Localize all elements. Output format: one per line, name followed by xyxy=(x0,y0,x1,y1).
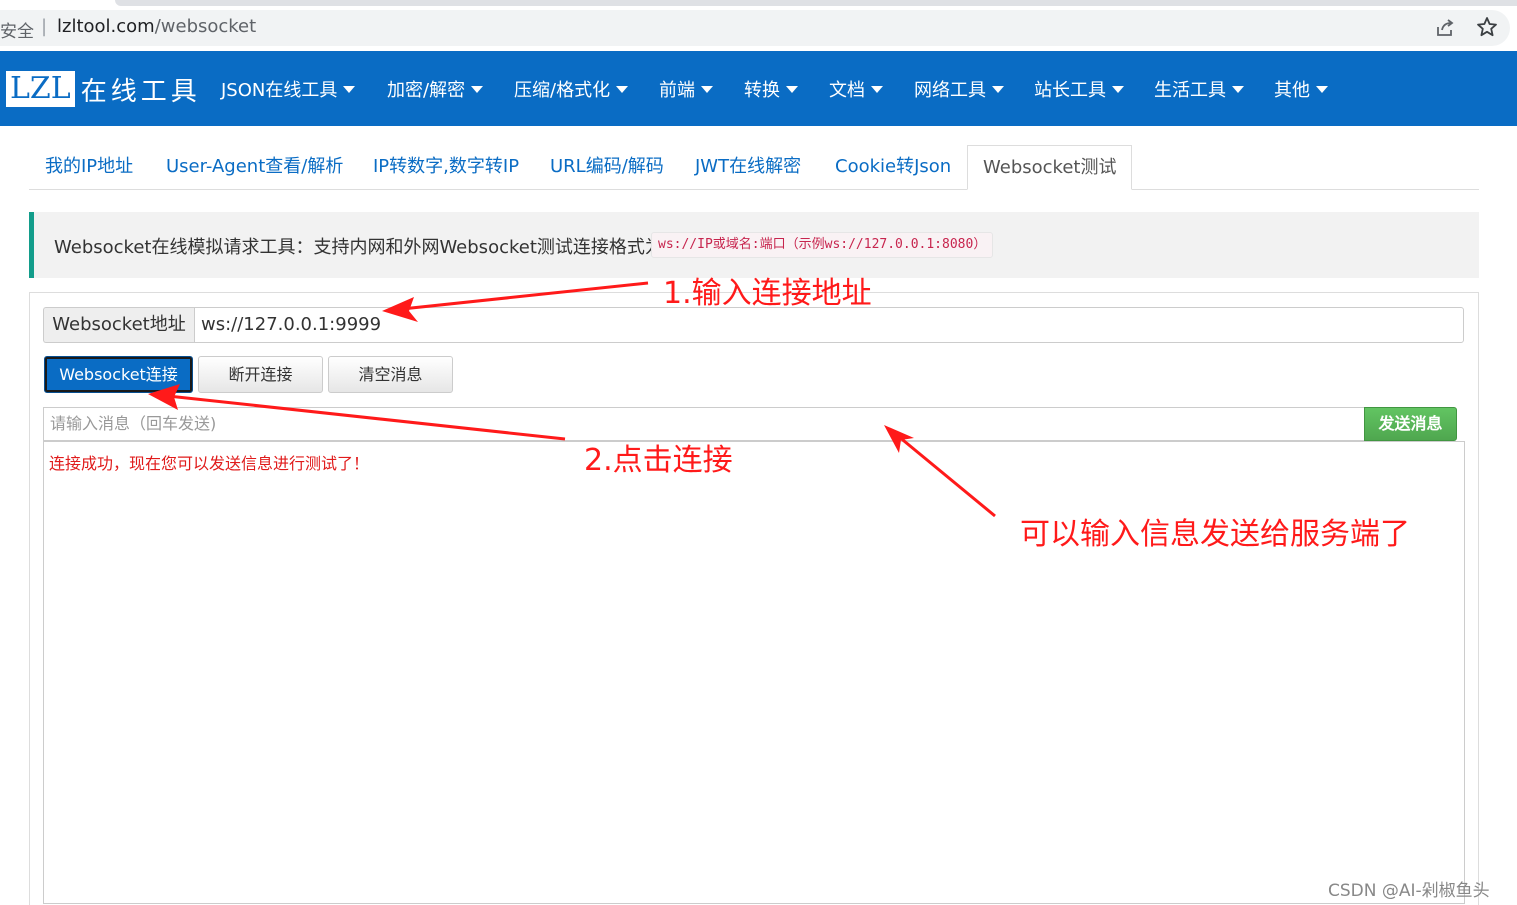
url-host: lzltool.com xyxy=(57,16,155,37)
caret-down-icon xyxy=(871,85,883,93)
annotation-step3: 可以输入信息发送给服务端了 xyxy=(1020,517,1410,552)
tool-tabs: 我的IP地址 User-Agent查看/解析 IP转数字,数字转IP URL编码… xyxy=(29,145,1479,190)
tab-cookie-json[interactable]: Cookie转Json xyxy=(835,145,951,190)
tab-ip-number[interactable]: IP转数字,数字转IP xyxy=(373,145,519,190)
url-path: /websocket xyxy=(154,16,257,37)
nav-label: 站长工具 xyxy=(1034,80,1106,101)
tab-jwt-decode[interactable]: JWT在线解密 xyxy=(695,145,801,190)
nav-frontend[interactable]: 前端 xyxy=(659,76,713,102)
tab-websocket-test[interactable]: Websocket测试 xyxy=(967,145,1133,190)
caret-down-icon xyxy=(1316,85,1328,93)
nav-label: 生活工具 xyxy=(1154,80,1226,101)
disconnect-button[interactable]: 断开连接 xyxy=(198,356,323,393)
nav-webmaster-tools[interactable]: 站长工具 xyxy=(1034,76,1124,102)
nav-convert[interactable]: 转换 xyxy=(744,76,798,102)
nav-docs[interactable]: 文档 xyxy=(829,76,883,102)
connect-button[interactable]: Websocket连接 xyxy=(44,356,193,393)
logo-text: 在线工具 xyxy=(80,76,201,107)
nav-label: JSON在线工具 xyxy=(221,80,338,101)
nav-network-tools[interactable]: 网络工具 xyxy=(914,76,1004,102)
annotation-step1: 1.输入连接地址 xyxy=(663,276,872,311)
websocket-panel: Websocket地址 ws://127.0.0.1:9999 Websocke… xyxy=(29,292,1479,905)
nav-label: 网络工具 xyxy=(914,80,986,101)
caret-down-icon xyxy=(701,85,713,93)
nav-label: 文档 xyxy=(829,80,865,101)
tab-url-encode[interactable]: URL编码/解码 xyxy=(550,145,664,190)
caret-down-icon xyxy=(786,85,798,93)
nav-other[interactable]: 其他 xyxy=(1274,76,1328,102)
nav-label: 压缩/格式化 xyxy=(514,80,611,101)
websocket-address-input[interactable]: ws://127.0.0.1:9999 xyxy=(194,307,1464,343)
address-separator: | xyxy=(41,16,48,37)
nav-label: 其他 xyxy=(1274,80,1310,101)
browser-tab-edge xyxy=(115,0,1517,6)
log-line: 连接成功，现在您可以发送信息进行测试了！ xyxy=(49,454,370,473)
browser-tab-strip xyxy=(0,0,1517,8)
nav-encrypt-decrypt[interactable]: 加密/解密 xyxy=(387,76,484,102)
address-label: Websocket地址 xyxy=(43,307,194,343)
tab-my-ip[interactable]: 我的IP地址 xyxy=(45,145,133,190)
logo-box: LZL xyxy=(6,71,75,107)
bookmark-star-icon[interactable] xyxy=(1476,16,1498,38)
nav-label: 前端 xyxy=(659,80,695,101)
tab-user-agent[interactable]: User-Agent查看/解析 xyxy=(166,145,343,190)
address-bar[interactable]: 安全 | lzltool.com/websocket xyxy=(0,10,1510,46)
nav-json-tools[interactable]: JSON在线工具 xyxy=(221,76,356,102)
clear-messages-button[interactable]: 清空消息 xyxy=(328,356,453,393)
nav-compress-format[interactable]: 压缩/格式化 xyxy=(514,76,629,102)
caret-down-icon xyxy=(616,85,629,93)
site-logo[interactable]: LZL 在线工具 xyxy=(6,69,201,109)
caret-down-icon xyxy=(1232,85,1244,93)
caret-down-icon xyxy=(1112,85,1124,93)
address-url[interactable]: lzltool.com/websocket xyxy=(57,16,256,37)
watermark: CSDN @AI-剁椒鱼头 xyxy=(1328,881,1490,901)
nav-label: 加密/解密 xyxy=(387,80,466,101)
annotation-step2: 2.点击连接 xyxy=(584,443,733,478)
site-navbar: LZL 在线工具 JSON在线工具 加密/解密 压缩/格式化 前端 转换 文档 … xyxy=(0,51,1517,126)
security-label[interactable]: 安全 xyxy=(0,17,34,42)
format-code: ws://IP或域名:端口（示例ws://127.0.0.1:8080） xyxy=(651,232,994,258)
callout-text: Websocket在线模拟请求工具：支持内网和外网Websocket测试连接格式… xyxy=(54,237,663,258)
caret-down-icon xyxy=(471,85,484,93)
caret-down-icon xyxy=(992,85,1004,93)
nav-life-tools[interactable]: 生活工具 xyxy=(1154,76,1244,102)
caret-down-icon xyxy=(343,85,356,93)
send-message-button[interactable]: 发送消息 xyxy=(1364,407,1457,441)
nav-label: 转换 xyxy=(744,80,780,101)
share-icon[interactable] xyxy=(1434,17,1456,39)
